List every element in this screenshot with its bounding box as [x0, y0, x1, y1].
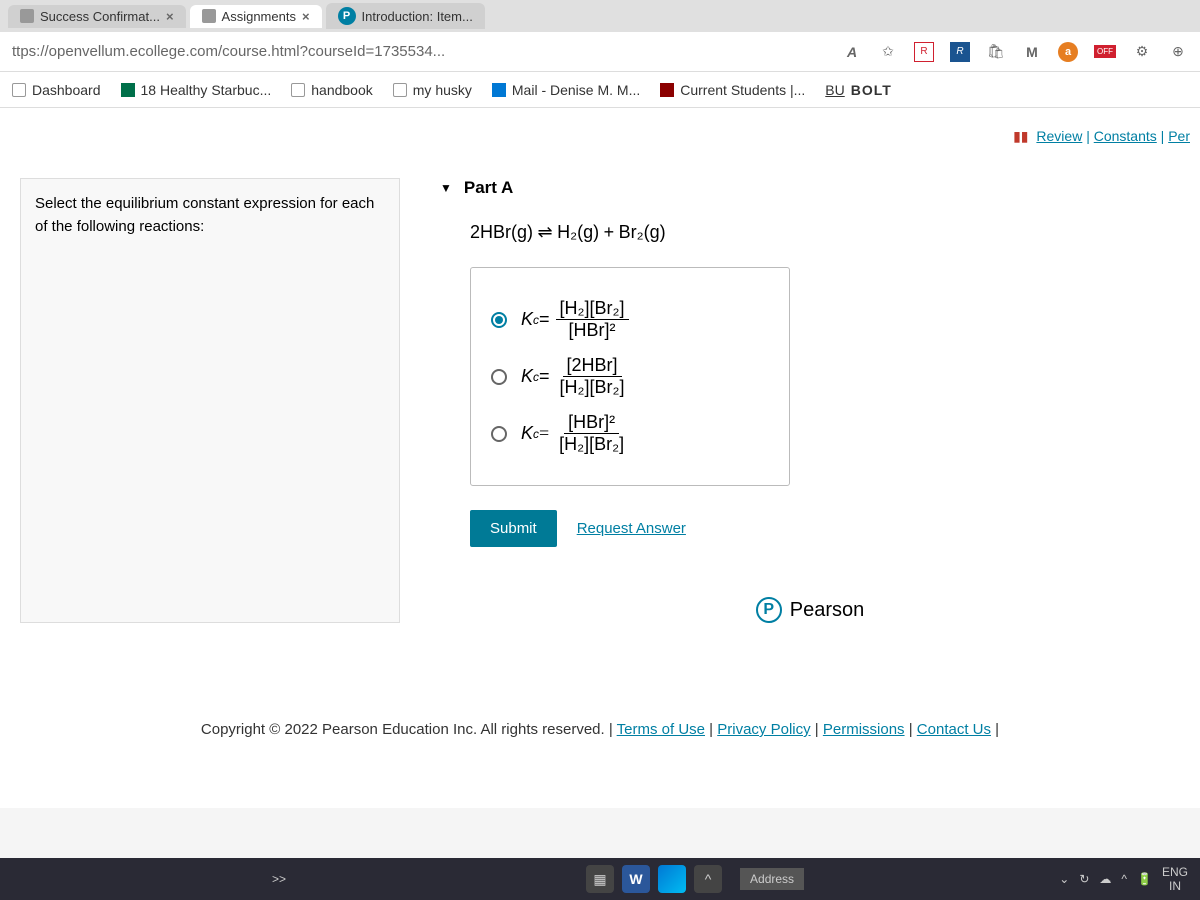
address-input[interactable]: Address	[740, 868, 804, 890]
chevron-down-icon[interactable]: ▼	[440, 181, 452, 195]
favorite-icon[interactable]: ✩	[878, 42, 898, 62]
r-icon[interactable]: R	[914, 42, 934, 62]
bookmark-label: Current Students |...	[680, 82, 805, 98]
radio-unselected[interactable]	[491, 369, 507, 385]
url-text[interactable]: ttps://openvellum.ecollege.com/course.ht…	[12, 43, 445, 60]
review-link[interactable]: Review	[1036, 128, 1082, 144]
tab-icon	[20, 9, 34, 23]
language-indicator[interactable]: ENG IN	[1162, 865, 1188, 894]
tab-success[interactable]: Success Confirmat... ×	[8, 5, 186, 28]
url-bar: ttps://openvellum.ecollege.com/course.ht…	[0, 32, 1200, 72]
constants-link[interactable]: Constants	[1094, 128, 1157, 144]
main-content: Select the equilibrium constant expressi…	[20, 178, 1180, 623]
submit-button[interactable]: Submit	[470, 510, 557, 547]
flag-icon: ▮▮	[1013, 128, 1028, 144]
periodic-link[interactable]: Per	[1168, 128, 1190, 144]
bookmark-handbook[interactable]: handbook	[291, 82, 373, 98]
close-icon[interactable]: ×	[166, 9, 174, 24]
sync-icon[interactable]: ↻	[1079, 872, 1089, 886]
pearson-footer: P Pearson	[440, 597, 1180, 623]
battery-icon[interactable]: 🔋	[1137, 872, 1152, 886]
page-icon	[12, 83, 26, 97]
request-answer-link[interactable]: Request Answer	[577, 520, 686, 537]
tab-label: Success Confirmat...	[40, 9, 160, 24]
radio-selected[interactable]	[491, 312, 507, 328]
part-header[interactable]: ▼ Part A	[440, 178, 1180, 198]
pearson-icon: P	[338, 7, 356, 25]
off-icon[interactable]: OFF	[1094, 45, 1116, 58]
pearson-label: Pearson	[790, 599, 865, 622]
bookmark-label: Dashboard	[32, 82, 101, 98]
word-icon[interactable]: W	[622, 865, 650, 893]
m-icon[interactable]: M	[1022, 42, 1042, 62]
outlook-icon	[492, 83, 506, 97]
cloud-icon[interactable]: ☁	[1099, 872, 1111, 886]
bookmark-mail[interactable]: Mail - Denise M. M...	[492, 82, 640, 98]
bolt-text: BOLT	[851, 82, 892, 98]
bookmarks-bar: Dashboard 18 Healthy Starbuc... handbook…	[0, 72, 1200, 108]
task-right: ⌄ ↻ ☁ ^ 🔋 ENG IN	[1059, 865, 1188, 894]
top-links: ▮▮ Review | Constants | Per	[1013, 128, 1190, 145]
bookmark-dashboard[interactable]: Dashboard	[12, 82, 101, 98]
terms-link[interactable]: Terms of Use	[617, 721, 705, 738]
edge-icon[interactable]	[658, 865, 686, 893]
privacy-link[interactable]: Privacy Policy	[717, 721, 810, 738]
tab-intro[interactable]: P Introduction: Item...	[326, 3, 485, 29]
expand-icon[interactable]: >>	[272, 872, 286, 886]
taskview-icon[interactable]: ▦	[586, 865, 614, 893]
bu-text: BU	[825, 82, 844, 98]
caret-up-icon[interactable]: ^	[694, 865, 722, 893]
settings-icon[interactable]: ⚙	[1132, 42, 1152, 62]
tab-label: Assignments	[222, 9, 296, 24]
action-row: Submit Request Answer	[470, 510, 1180, 547]
formula-3: Kc= [HBr]²[H₂][Br₂]	[521, 412, 628, 455]
option-1[interactable]: Kc = [H₂][Br₂][HBr]²	[491, 298, 769, 341]
page-icon	[291, 83, 305, 97]
copyright: Copyright © 2022 Pearson Education Inc. …	[0, 701, 1200, 758]
contact-link[interactable]: Contact Us	[917, 721, 991, 738]
shopping-icon[interactable]: 🛍	[986, 42, 1006, 62]
url-icons: A ✩ R R 🛍 M a OFF ⚙ ⊕	[842, 42, 1188, 62]
formula-2: Kc = [2HBr][H₂][Br₂]	[521, 355, 629, 398]
part-label: Part A	[464, 178, 513, 198]
radio-unselected[interactable]	[491, 426, 507, 442]
r-italic-icon[interactable]: R	[950, 42, 970, 62]
tray-caret-icon[interactable]: ^	[1121, 872, 1127, 886]
page-icon	[393, 83, 407, 97]
bookmark-label: my husky	[413, 82, 472, 98]
bookmark-label: Mail - Denise M. M...	[512, 82, 640, 98]
permissions-link[interactable]: Permissions	[823, 721, 905, 738]
option-3[interactable]: Kc= [HBr]²[H₂][Br₂]	[491, 412, 769, 455]
option-2[interactable]: Kc = [2HBr][H₂][Br₂]	[491, 355, 769, 398]
content-area: ▮▮ Review | Constants | Per Select the e…	[0, 108, 1200, 808]
formula-1: Kc = [H₂][Br₂][HBr]²	[521, 298, 629, 341]
bookmark-starbucks[interactable]: 18 Healthy Starbuc...	[121, 82, 272, 98]
tab-assignments[interactable]: Assignments ×	[190, 5, 322, 28]
question-panel: Select the equilibrium constant expressi…	[20, 178, 400, 623]
collections-icon[interactable]: ⊕	[1168, 42, 1188, 62]
bookmark-bolt[interactable]: BU BOLT	[825, 82, 892, 98]
equation: 2HBr(g) ⇌ H₂(g) + Br₂(g)	[470, 222, 1180, 243]
taskbar: >> ▦ W ^ Address ⌄ ↻ ☁ ^ 🔋 ENG IN	[0, 858, 1200, 900]
tab-label: Introduction: Item...	[362, 9, 473, 24]
task-left: ▦ W ^ Address	[586, 865, 804, 893]
shield-icon	[660, 83, 674, 97]
bookmark-myhusky[interactable]: my husky	[393, 82, 472, 98]
bookmark-label: 18 Healthy Starbuc...	[141, 82, 272, 98]
bookmark-students[interactable]: Current Students |...	[660, 82, 805, 98]
starbucks-icon	[121, 83, 135, 97]
amazon-icon[interactable]: a	[1058, 42, 1078, 62]
question-text: Select the equilibrium constant expressi…	[35, 195, 374, 235]
read-aloud-icon[interactable]: A	[842, 42, 862, 62]
bookmark-label: handbook	[311, 82, 373, 98]
pearson-logo-icon: P	[756, 597, 782, 623]
close-icon[interactable]: ×	[302, 9, 310, 24]
tray-chevron-icon[interactable]: ⌄	[1059, 872, 1069, 886]
browser-tabs: Success Confirmat... × Assignments × P I…	[0, 0, 1200, 32]
options-box: Kc = [H₂][Br₂][HBr]² Kc = [2HBr][H₂][Br₂…	[470, 267, 790, 486]
answer-panel: ▼ Part A 2HBr(g) ⇌ H₂(g) + Br₂(g) Kc = […	[440, 178, 1180, 623]
copyright-text: Copyright © 2022 Pearson Education Inc. …	[201, 721, 617, 738]
tab-icon	[202, 9, 216, 23]
